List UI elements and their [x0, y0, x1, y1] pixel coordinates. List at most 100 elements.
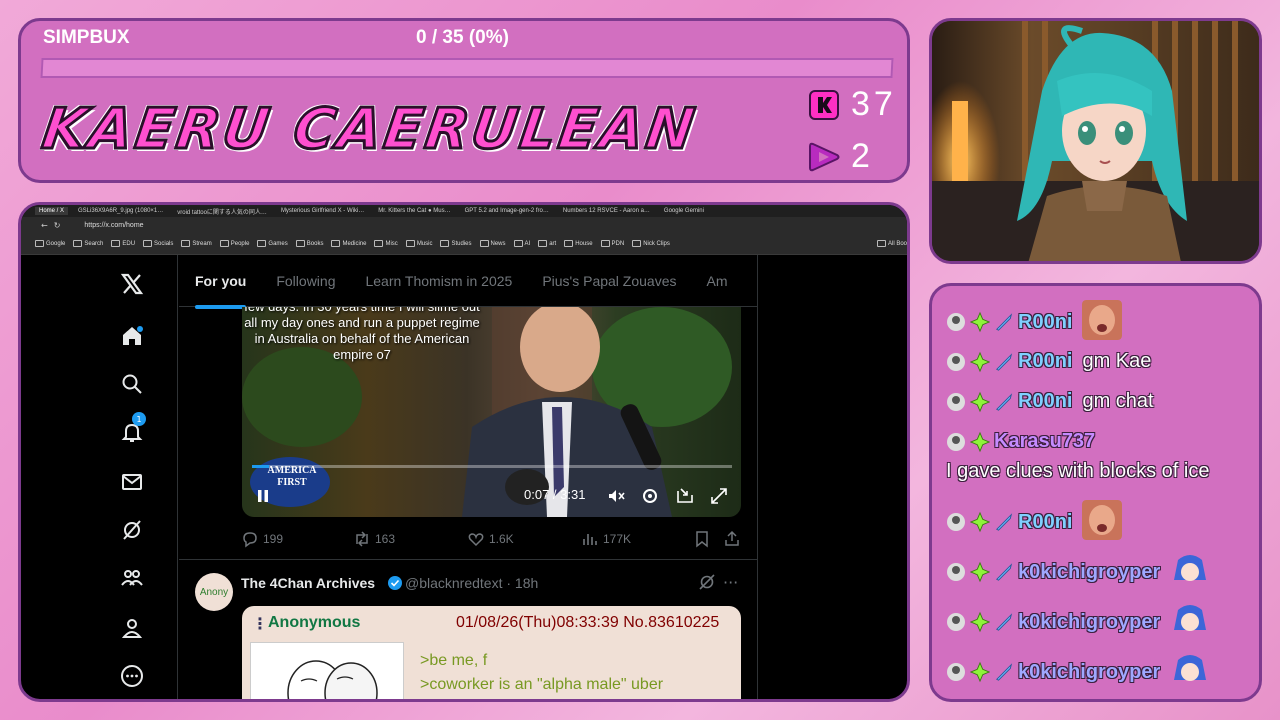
sword-badge-icon	[994, 612, 1014, 632]
chan-post-meta: 01/08/26(Thu)08:33:39 No.83610225	[456, 614, 720, 631]
bookmark-folder[interactable]: AI	[514, 240, 531, 247]
wojak-image	[250, 642, 404, 699]
bookmark-folder[interactable]: Misc	[374, 240, 397, 247]
browser-tab[interactable]: Mysterious Girlfriend X - Wiki…	[277, 207, 368, 215]
back-icon[interactable]: ←	[41, 221, 48, 230]
grok-icon[interactable]	[698, 573, 716, 595]
home-icon[interactable]	[119, 323, 145, 349]
sword-badge-icon	[994, 562, 1014, 582]
chat-message-text: gm Kae	[1082, 350, 1152, 372]
browser-tab[interactable]: Google Gemini	[660, 207, 708, 215]
picture-in-picture-icon[interactable]	[674, 485, 696, 507]
bookmark-folder[interactable]: Stream	[181, 240, 211, 247]
profile-icon[interactable]	[119, 615, 145, 641]
tab-papal-zouaves[interactable]: Pius's Papal Zouaves	[542, 273, 676, 289]
bookmark-folder[interactable]: PDN	[601, 240, 625, 247]
greentext-line: >coworker is an "alpha male" uber	[420, 676, 664, 693]
bookmark-folder[interactable]: House	[564, 240, 592, 247]
chat-username[interactable]: k0kichigroyper	[1018, 611, 1160, 634]
url-field[interactable]: https://x.com/home	[84, 222, 143, 229]
tab-learn-thomism[interactable]: Learn Thomism in 2025	[365, 273, 512, 289]
chat-message: k0kichigroyper	[946, 600, 1210, 644]
bookmark-folder[interactable]: Search	[73, 240, 103, 247]
views-button[interactable]: 177K	[581, 530, 631, 548]
chat-message: R00ni gm chat	[946, 390, 1154, 413]
like-button[interactable]: 1.6K	[467, 530, 514, 548]
bookmark-folder[interactable]: People	[220, 240, 250, 247]
communities-icon[interactable]	[119, 565, 145, 591]
more-options-icon[interactable]: ···	[723, 573, 738, 592]
browser-tab[interactable]: GPT 5.2 and Image-gen-2 fro…	[461, 207, 553, 215]
settings-icon[interactable]	[639, 485, 661, 507]
mute-icon[interactable]	[605, 485, 627, 507]
subscriber-gem-icon	[970, 611, 990, 633]
tab-following[interactable]: Following	[276, 273, 335, 289]
bookmark-folder[interactable]: Medicine	[331, 240, 366, 247]
bookmark-folder[interactable]: Books	[296, 240, 324, 247]
chat-username[interactable]: k0kichigroyper	[1018, 561, 1160, 584]
chat-username[interactable]: R00ni	[1018, 511, 1072, 534]
user-avatar-icon	[946, 562, 966, 582]
repost-button[interactable]: 163	[353, 530, 395, 548]
tab-for-you[interactable]: For you	[195, 273, 247, 309]
post-author-handle[interactable]: @blacknredtext · 18h	[405, 575, 538, 591]
chat-username[interactable]: R00ni	[1018, 350, 1072, 373]
search-icon[interactable]	[119, 371, 145, 397]
like-count: 1.6K	[489, 532, 514, 546]
messages-icon[interactable]	[119, 469, 145, 495]
user-avatar-icon	[946, 392, 966, 412]
share-icon[interactable]	[723, 530, 741, 548]
video-time: 0:07 / 3:31	[524, 487, 586, 502]
chat-message-text: gm chat	[1082, 390, 1154, 412]
chat-username[interactable]: R00ni	[1018, 390, 1072, 413]
post-image-card[interactable]: ⋮ Anonymous 01/08/26(Thu)08:33:39 No.836…	[242, 606, 741, 699]
kick-count: 37	[851, 85, 897, 123]
bookmark-folder[interactable]: News	[480, 240, 506, 247]
face-emote	[1082, 300, 1123, 344]
x-logo-icon[interactable]	[119, 271, 145, 297]
browser-address-bar: ← ↻ https://x.com/home	[21, 217, 907, 233]
browser-tab[interactable]: Home / X	[35, 207, 69, 215]
reply-button[interactable]: 199	[241, 530, 283, 548]
bookmark-folder[interactable]: Games	[257, 240, 287, 247]
avatar[interactable]: Anony	[195, 573, 233, 611]
bookmark-folder[interactable]: Studies	[440, 240, 471, 247]
chat-username[interactable]: k0kichigroyper	[1018, 661, 1160, 684]
chat-message-text: I gave clues with blocks of ice	[946, 460, 1210, 482]
video-player[interactable]: few days. In 30 years time I will slime …	[242, 307, 741, 517]
bookmark-folder[interactable]: Socials	[143, 240, 173, 247]
post-author-name[interactable]: The 4Chan Archives	[241, 575, 375, 591]
user-avatar-icon	[946, 312, 966, 332]
reply-count: 199	[263, 532, 284, 546]
chat-username[interactable]: Karasu737	[994, 430, 1095, 453]
bookmark-folder[interactable]: All Boo	[877, 240, 907, 247]
pause-icon[interactable]	[252, 485, 274, 507]
chat-username[interactable]: R00ni	[1018, 311, 1072, 334]
chat-message: k0kichigroyper	[946, 550, 1210, 594]
notifications-icon[interactable]: 1	[119, 412, 146, 445]
bookmark-folder[interactable]: Nick Clips	[632, 240, 670, 247]
user-avatar-icon	[946, 512, 966, 532]
chat-message: R00ni gm Kae	[946, 350, 1151, 373]
chat-message: Karasu737	[946, 430, 1095, 453]
browser-tab[interactable]: GSLi36X9A6R_9.jpg (1080×1…	[74, 207, 167, 215]
bookmark-folder[interactable]: EDU	[111, 240, 135, 247]
browser-tab[interactable]: vroid tattooに関する人気の同人…	[173, 206, 271, 217]
sword-badge-icon	[994, 312, 1014, 332]
bookmark-icon[interactable]	[693, 530, 711, 548]
rumble-count: 2	[851, 137, 874, 175]
post-action-bar: 199 163 1.6K 177K	[241, 529, 741, 549]
tab-more-lists[interactable]: Am	[707, 273, 728, 289]
bookmark-folder[interactable]: art	[538, 240, 556, 247]
browser-tab[interactable]: Numbers 12 RSVCE - Aaron a…	[559, 207, 654, 215]
browser-tab[interactable]: Mr. Kitters the Cat ● Mus…	[374, 207, 454, 215]
more-icon[interactable]	[119, 663, 145, 689]
video-progress-track[interactable]	[252, 465, 732, 468]
post-divider	[179, 559, 757, 560]
grok-icon[interactable]	[119, 517, 145, 543]
fullscreen-icon[interactable]	[708, 485, 730, 507]
user-avatar-icon	[946, 662, 966, 682]
bookmark-folder[interactable]: Google	[35, 240, 65, 247]
bookmark-folder[interactable]: Music	[406, 240, 433, 247]
reload-icon[interactable]: ↻	[54, 221, 61, 230]
